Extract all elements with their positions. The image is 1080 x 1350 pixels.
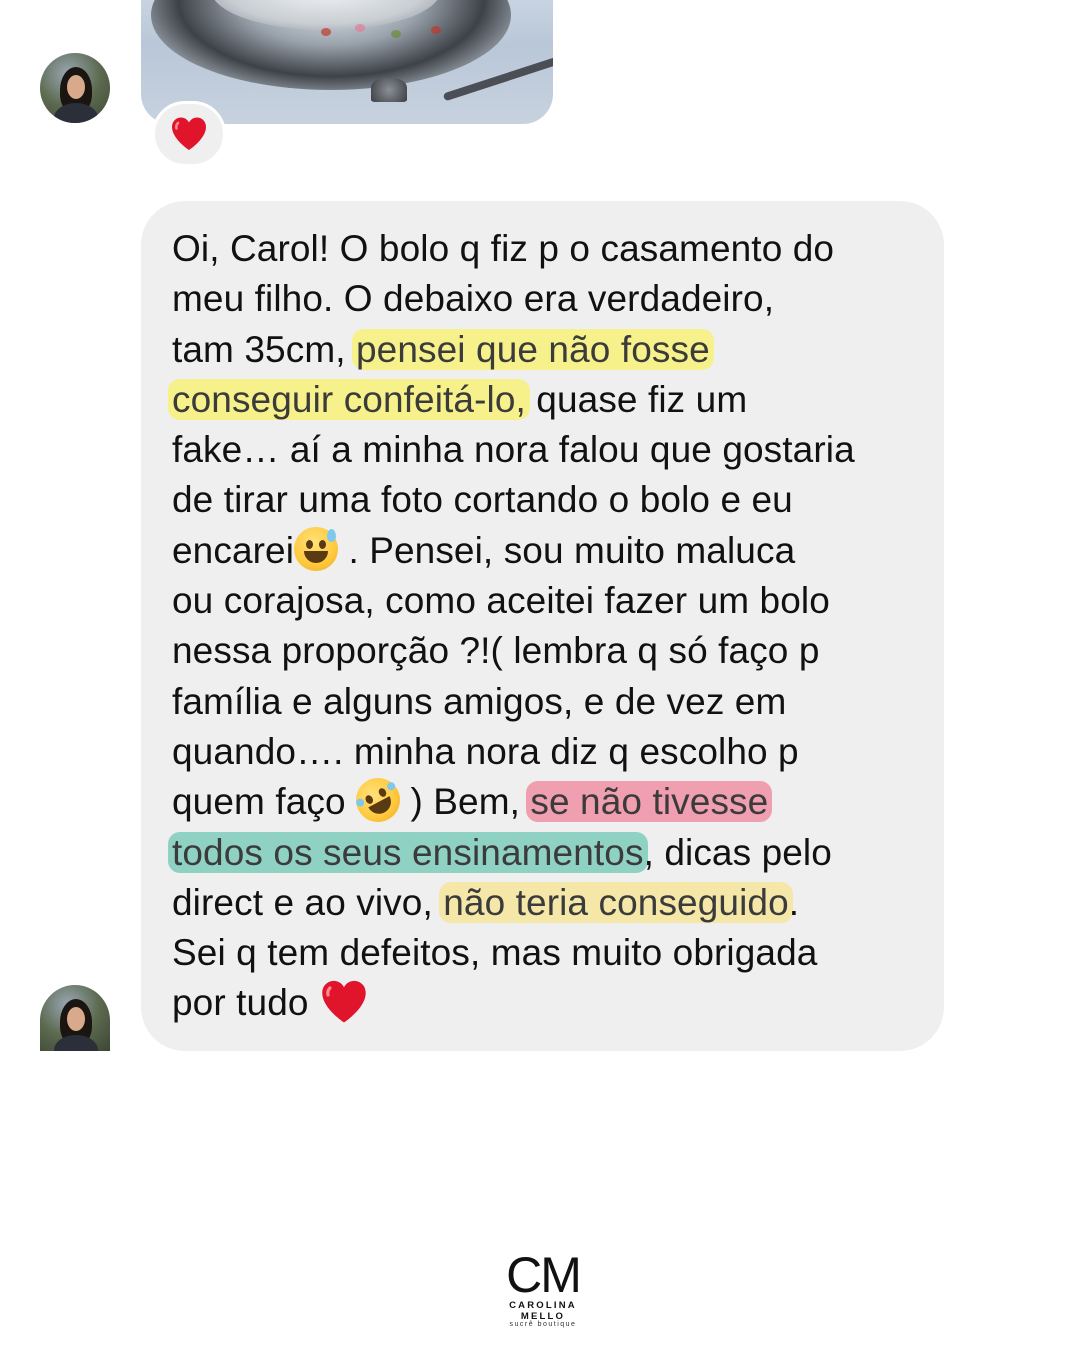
message-line: nessa proporção ?!( lembra q só faço p xyxy=(172,626,932,676)
message-text-segment: ou corajosa, como aceitei fazer um bolo xyxy=(172,580,830,622)
message-text-segment: família e alguns amigos, e de vez em xyxy=(172,680,787,722)
heart-reaction[interactable] xyxy=(152,101,226,167)
platter-reflections xyxy=(321,22,481,42)
message-line: quando…. minha nora diz q escolho p xyxy=(172,727,932,777)
message-text-segment: nessa proporção ?!( lembra q só faço p xyxy=(172,630,820,672)
highlighted-text-yellow: conseguir confeitá-lo, xyxy=(168,378,530,420)
message-line: conseguir confeitá-lo, quase fiz um xyxy=(168,375,932,425)
message-text-segment: . Pensei, sou muito maluca xyxy=(338,529,796,571)
message-line: encarei . Pensei, sou muito maluca xyxy=(172,526,932,576)
highlighted-text-pink: se não tivesse xyxy=(526,781,773,823)
message-line: família e alguns amigos, e de vez em xyxy=(172,677,932,727)
message-line: todos os seus ensinamentos, dicas pelo xyxy=(168,828,932,878)
sender-avatar[interactable] xyxy=(40,53,110,123)
grinning-sweat-emoji-icon xyxy=(294,526,339,571)
message-line: quem faço ) Bem, se não tivesse xyxy=(172,770,932,831)
message-line: fake… aí a minha nora falou que gostaria xyxy=(172,425,932,475)
highlighted-text-teal: todos os seus ensinamentos xyxy=(168,831,648,873)
message-text-segment: quando…. minha nora diz q escolho p xyxy=(172,730,799,772)
message-line: Sei q tem defeitos, mas muito obrigada xyxy=(172,928,932,978)
message-text-segment: por tudo xyxy=(172,982,319,1024)
message-text-segment: , dicas pelo xyxy=(643,831,832,873)
message-text-segment: tam 35cm, xyxy=(172,328,356,370)
red-heart-icon xyxy=(172,117,206,150)
message-line: de tirar uma foto cortando o bolo e eu xyxy=(172,475,932,525)
message-text: Oi, Carol! O bolo q fiz p o casamento do… xyxy=(168,224,932,1029)
message-text-segment: quem faço xyxy=(172,781,357,823)
brand-monogram: CM xyxy=(506,1247,582,1303)
message-text-segment: direct e ao vivo, xyxy=(172,881,444,923)
sender-avatar-bottom[interactable] xyxy=(40,985,110,1051)
red-heart-emoji-icon xyxy=(319,979,369,1038)
message-text-segment: encarei xyxy=(172,529,295,571)
message-line: Oi, Carol! O bolo q fiz p o casamento do xyxy=(172,224,932,274)
message-text-segment: fake… aí a minha nora falou que gostaria xyxy=(172,429,855,471)
message-text-segment: quase fiz um xyxy=(525,378,748,420)
brand-logo: CM CAROLINA MELLO sucrê boutique xyxy=(488,1247,598,1328)
rofl-emoji-icon xyxy=(348,770,408,831)
brand-tagline: sucrê boutique xyxy=(509,1321,577,1328)
message-line: direct e ao vivo, não teria conseguido. xyxy=(172,878,932,928)
platter-foot xyxy=(371,78,407,102)
message-line: ou corajosa, como aceitei fazer um bolo xyxy=(172,576,932,626)
message-line: por tudo xyxy=(172,978,932,1028)
highlighted-text-yellow: pensei que não fosse xyxy=(352,328,714,370)
brand-name: CAROLINA MELLO xyxy=(509,1300,577,1322)
message-text-segment: . xyxy=(788,881,800,923)
message-text-segment: ) Bem, xyxy=(400,781,531,823)
message-text-segment: Sei q tem defeitos, mas muito obrigada xyxy=(172,932,818,974)
message-text-segment: meu filho. O debaixo era verdadeiro, xyxy=(172,278,775,320)
message-line: meu filho. O debaixo era verdadeiro, xyxy=(172,274,932,324)
message-text-segment: Oi, Carol! O bolo q fiz p o casamento do xyxy=(172,228,835,269)
message-line: tam 35cm, pensei que não fosse xyxy=(172,325,932,375)
message-text-segment: de tirar uma foto cortando o bolo e eu xyxy=(172,479,793,521)
highlighted-text-cream: não teria conseguido xyxy=(439,881,793,923)
